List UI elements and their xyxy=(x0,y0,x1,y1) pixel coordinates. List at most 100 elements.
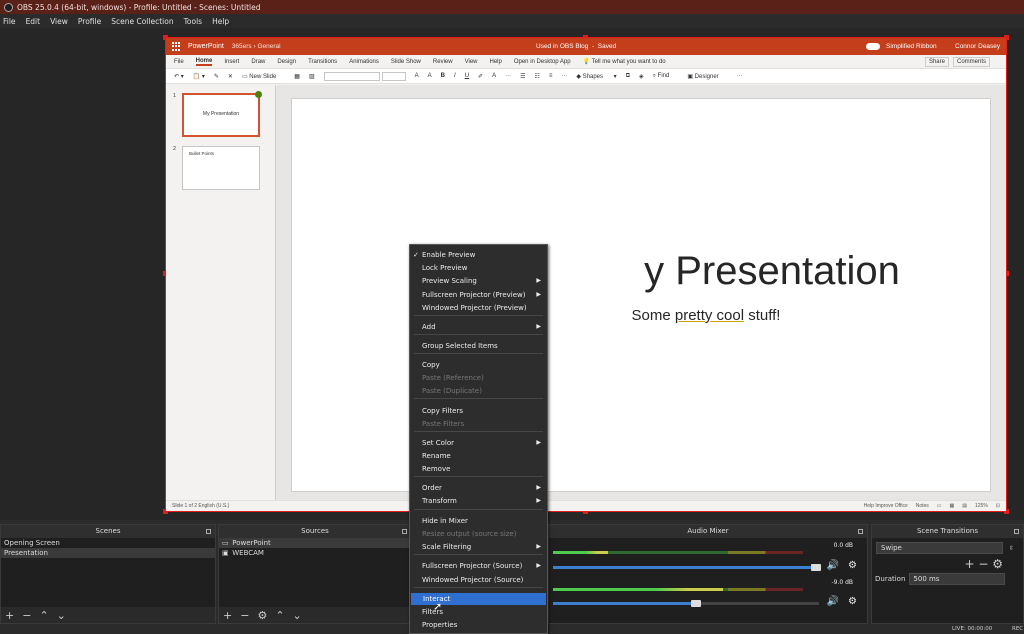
scene-item[interactable]: Presentation xyxy=(1,548,215,558)
remove-icon[interactable]: − xyxy=(22,609,31,622)
slide-subtitle[interactable]: Some pretty cool stuff! xyxy=(292,307,990,324)
normal-view-icon[interactable]: ▭ xyxy=(937,503,942,509)
italic-icon[interactable]: I xyxy=(454,73,456,79)
menu-item-hide-in-mixer[interactable]: Hide in Mixer xyxy=(410,515,547,527)
duration-field[interactable]: 500 ms xyxy=(909,573,1006,585)
more-para-icon[interactable]: ··· xyxy=(561,73,567,79)
gear-icon[interactable]: ⚙ xyxy=(992,557,1003,571)
move-up-icon[interactable]: ⌃ xyxy=(39,609,48,622)
powerpoint-source[interactable]: PowerPoint 365ers › General Used in OBS … xyxy=(163,35,1009,514)
shape-fill-icon[interactable]: ◈ xyxy=(639,73,644,80)
simplified-ribbon-toggle[interactable] xyxy=(866,43,880,50)
slide-thumbnail-2[interactable]: Bullet Points xyxy=(182,146,260,190)
speaker-icon[interactable]: 🔊 xyxy=(827,560,839,571)
menu-tools[interactable]: Tools xyxy=(184,17,202,26)
menu-item-copy-filters[interactable]: Copy Filters xyxy=(410,405,547,417)
ppt-app-name[interactable]: PowerPoint xyxy=(188,43,224,50)
clear-icon[interactable]: ✕ xyxy=(228,73,233,80)
reading-view-icon[interactable]: ▤ xyxy=(962,503,967,509)
tell-me-search[interactable]: 💡 Tell me what you want to do xyxy=(583,58,678,65)
picture-icon[interactable]: ▨ xyxy=(309,73,315,80)
font-color-icon[interactable]: A xyxy=(492,73,496,79)
fit-icon[interactable]: ⊡ xyxy=(996,503,1000,509)
menu-item-add[interactable]: Add ▶ xyxy=(410,321,547,333)
menu-item-group-selected-items[interactable]: Group Selected Items xyxy=(410,340,547,352)
font-size-box[interactable] xyxy=(381,71,406,81)
open-desktop-app[interactable]: Open in Desktop App xyxy=(514,59,571,65)
menu-profile[interactable]: Profile xyxy=(78,17,101,26)
tab-home[interactable]: Home xyxy=(195,58,213,66)
menu-item-remove[interactable]: Remove xyxy=(410,463,547,475)
share-button[interactable]: Share xyxy=(924,56,949,67)
tab-insert[interactable]: Insert xyxy=(224,59,239,65)
move-up-icon[interactable]: ⌃ xyxy=(275,609,284,622)
menu-item-interact[interactable]: Interact xyxy=(411,593,546,605)
new-slide-button[interactable]: ▭ New Slide xyxy=(242,73,285,80)
remove-icon[interactable]: − xyxy=(978,557,988,571)
slider-knob[interactable] xyxy=(691,600,702,607)
source-item[interactable]: ▣ WEBCAM xyxy=(219,548,411,558)
add-icon[interactable]: + xyxy=(223,609,232,622)
tab-draw[interactable]: Draw xyxy=(251,59,265,65)
zoom-level[interactable]: 125% xyxy=(975,503,988,509)
align-icon[interactable]: ≡ xyxy=(549,73,553,79)
font-shrink-icon[interactable]: A xyxy=(428,73,432,79)
notes-button[interactable]: Notes xyxy=(916,503,929,509)
menu-item-transform[interactable]: Transform ▶ xyxy=(410,495,547,507)
slide-title[interactable]: y Presentation xyxy=(292,249,990,294)
gear-icon[interactable]: ⚙ xyxy=(848,560,857,571)
underline-icon[interactable]: U xyxy=(465,73,469,79)
undock-icon[interactable] xyxy=(858,529,863,534)
arrange-icon[interactable]: ⧉ xyxy=(626,73,630,80)
tab-view[interactable]: View xyxy=(465,59,478,65)
scene-item[interactable]: Opening Screen xyxy=(1,538,215,548)
undock-icon[interactable] xyxy=(402,529,407,534)
menu-item-preview-scaling[interactable]: Preview Scaling ▶ xyxy=(410,275,547,287)
speaker-icon[interactable]: 🔊 xyxy=(827,596,839,607)
slide-canvas[interactable]: y Presentation Some pretty cool stuff! xyxy=(291,98,991,492)
menu-item-filters[interactable]: Filters xyxy=(410,606,547,618)
font-name-box[interactable] xyxy=(323,71,380,81)
tab-help[interactable]: Help xyxy=(490,59,502,65)
tab-animations[interactable]: Animations xyxy=(349,59,379,65)
tab-slide-show[interactable]: Slide Show xyxy=(391,59,421,65)
menu-item-rename[interactable]: Rename xyxy=(410,450,547,462)
more-icon[interactable]: ··· xyxy=(505,73,511,79)
move-down-icon[interactable]: ⌄ xyxy=(57,609,66,622)
menu-item-enable-preview[interactable]: ✓ Enable Preview xyxy=(410,249,547,261)
doc-name[interactable]: Used in OBS Blog xyxy=(536,43,588,50)
transition-select[interactable]: Swipe ⇳ xyxy=(876,542,1014,554)
menu-help[interactable]: Help xyxy=(212,17,229,26)
highlight-icon[interactable]: ✐ xyxy=(478,73,483,80)
slide-thumbnail-1[interactable]: My Presentation xyxy=(182,91,262,137)
menu-item-copy[interactable]: Copy xyxy=(410,359,547,371)
tab-review[interactable]: Review xyxy=(433,59,453,65)
remove-icon[interactable]: − xyxy=(240,609,249,622)
layout-icon[interactable]: ▦ xyxy=(294,73,300,80)
menu-item-fullscreen-projector-source[interactable]: Fullscreen Projector (Source) ▶ xyxy=(410,560,547,572)
volume-slider[interactable] xyxy=(553,600,819,607)
ppt-breadcrumb[interactable]: 365ers › General xyxy=(232,43,281,50)
app-launcher-icon[interactable] xyxy=(172,41,182,52)
move-down-icon[interactable]: ⌄ xyxy=(293,609,302,622)
bullets-icon[interactable]: ☰ xyxy=(520,73,525,80)
font-grow-icon[interactable]: A xyxy=(415,73,419,79)
menu-scene-collection[interactable]: Scene Collection xyxy=(111,17,173,26)
user-name[interactable]: Connor Deasey xyxy=(955,43,1000,50)
menu-item-windowed-projector-source[interactable]: Windowed Projector (Source) xyxy=(410,574,547,586)
source-item[interactable]: ▭ PowerPoint xyxy=(219,538,411,548)
menu-item-order[interactable]: Order ▶ xyxy=(410,482,547,494)
menu-item-scale-filtering[interactable]: Scale Filtering ▶ xyxy=(410,541,547,553)
designer-button[interactable]: ▣ Designer xyxy=(687,73,727,80)
gear-icon[interactable]: ⚙ xyxy=(848,596,857,607)
undock-icon[interactable] xyxy=(1014,529,1019,534)
tab-file[interactable]: File xyxy=(174,59,184,65)
menu-item-properties[interactable]: Properties xyxy=(410,619,547,631)
ribbon-more-icon[interactable]: ··· xyxy=(737,73,743,79)
menu-item-windowed-projector-preview[interactable]: Windowed Projector (Preview) xyxy=(410,302,547,314)
format-painter-icon[interactable]: ✎ xyxy=(214,73,219,80)
find-button[interactable]: ⌕ Find xyxy=(653,73,679,80)
tab-design[interactable]: Design xyxy=(277,59,296,65)
volume-slider[interactable] xyxy=(553,564,822,571)
add-icon[interactable]: + xyxy=(5,609,14,622)
